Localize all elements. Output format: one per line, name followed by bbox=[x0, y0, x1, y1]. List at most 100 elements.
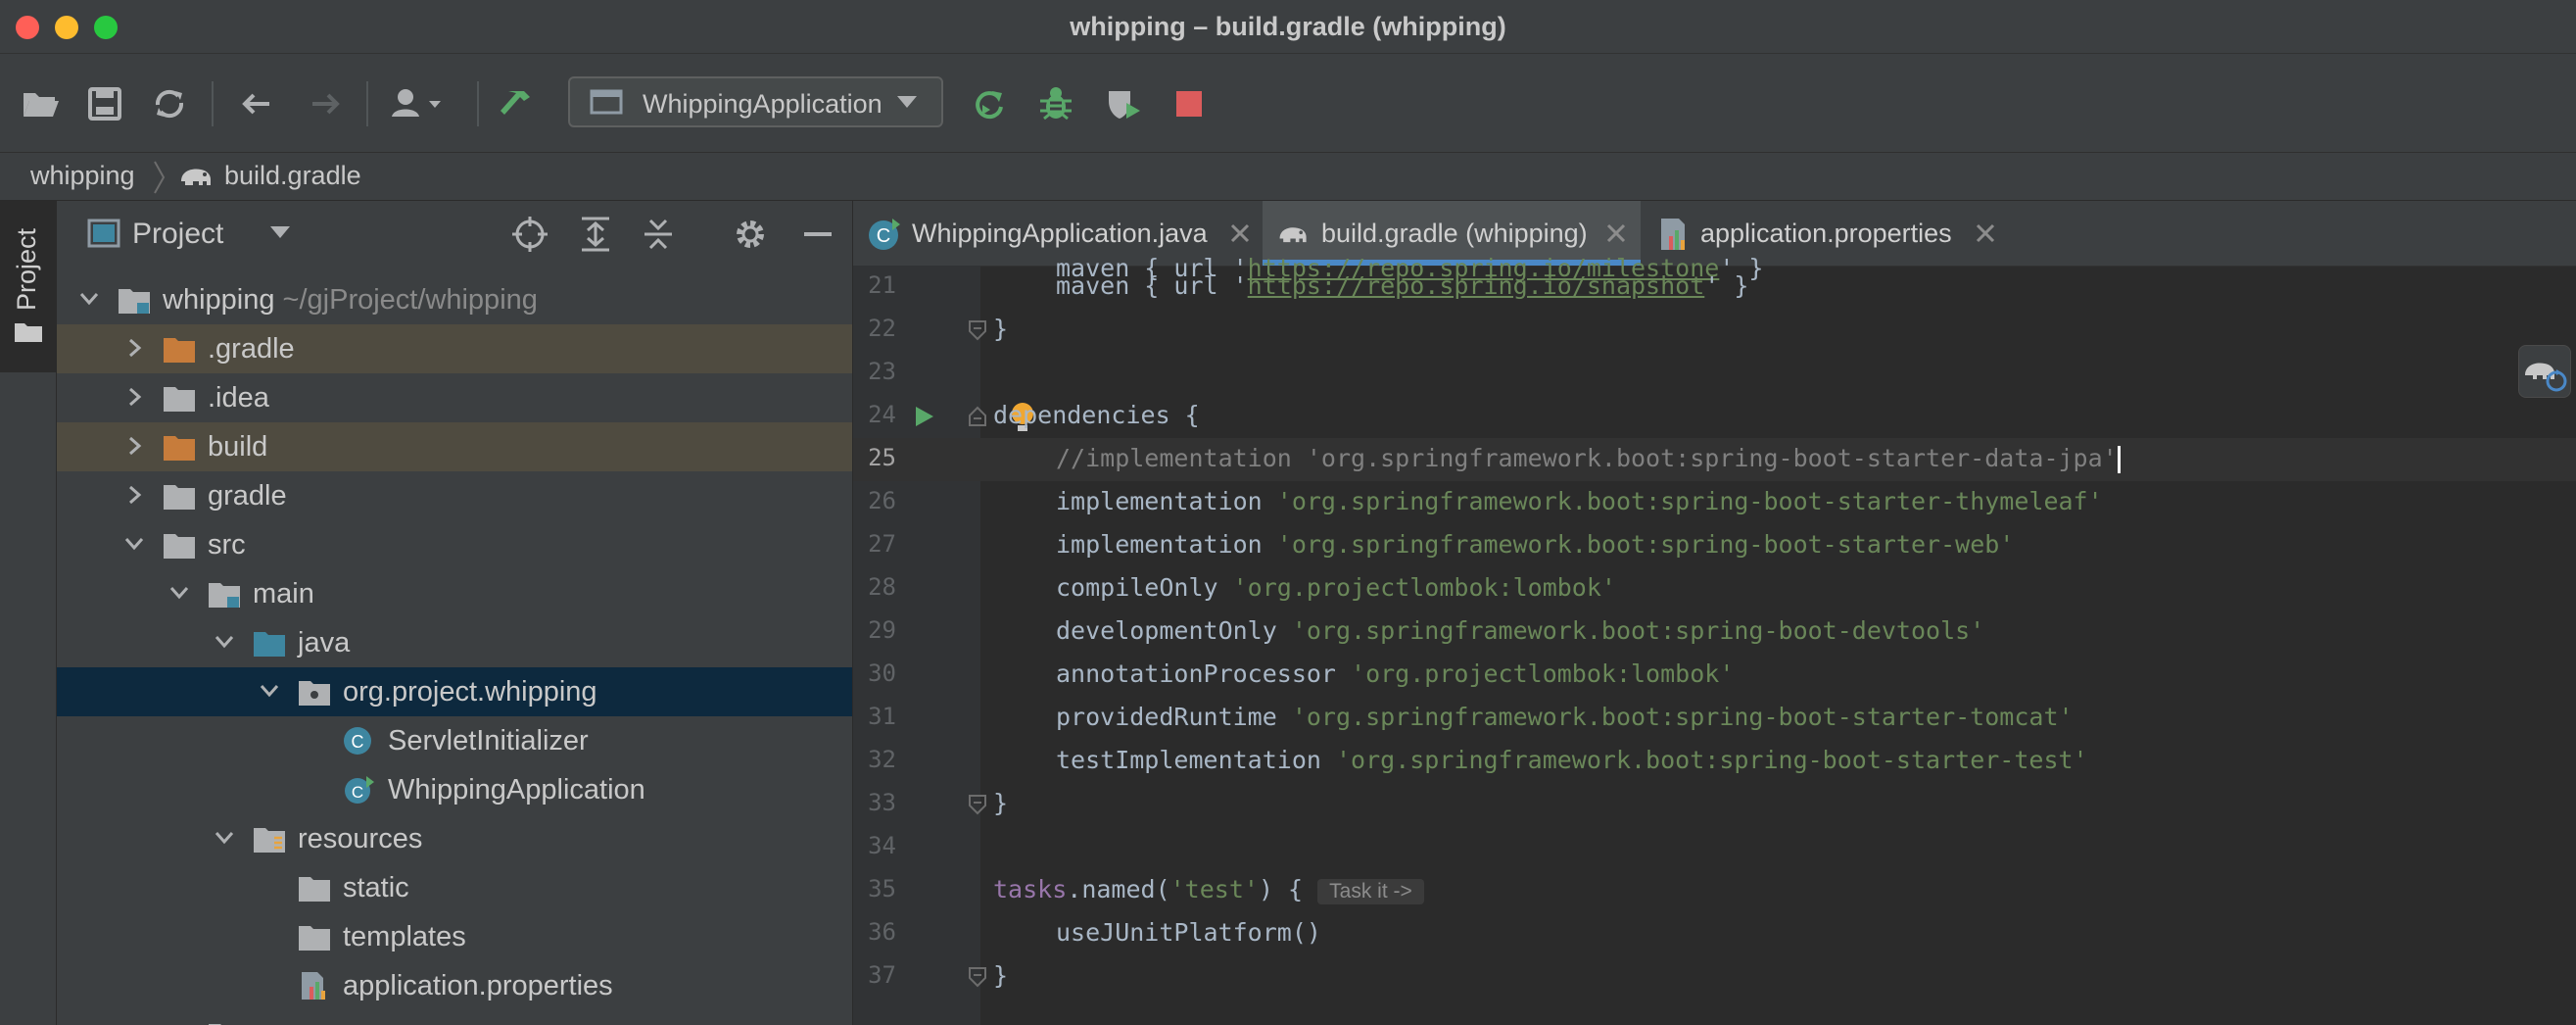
locate-crosshair-icon[interactable] bbox=[510, 215, 549, 254]
line-number: 24 bbox=[868, 401, 896, 428]
toolbar-separator bbox=[477, 81, 479, 126]
tree-item-label: static bbox=[343, 872, 409, 903]
tree-item-src-dir[interactable]: src bbox=[57, 520, 852, 569]
collapse-all-icon[interactable] bbox=[639, 215, 678, 254]
project-tool-tab[interactable]: Project bbox=[0, 201, 56, 372]
chevron-down-icon[interactable] bbox=[76, 286, 102, 312]
stop-icon[interactable] bbox=[1165, 79, 1214, 128]
build-hammer-icon[interactable] bbox=[495, 79, 544, 128]
chevron-down-icon[interactable] bbox=[167, 1021, 192, 1025]
debug-bug-icon[interactable] bbox=[1031, 79, 1080, 128]
tree-item-whipping[interactable]: whipping ~/gjProject/whipping bbox=[57, 275, 852, 324]
chevron-down-icon[interactable] bbox=[212, 825, 237, 851]
gradle-elephant-icon bbox=[181, 169, 211, 185]
tree-item-static-dir[interactable]: static bbox=[57, 863, 852, 912]
chevron-right-icon[interactable] bbox=[121, 384, 147, 410]
run-configuration-selector[interactable]: WhippingApplication bbox=[568, 76, 943, 127]
fold-marker-icon[interactable] bbox=[967, 966, 988, 988]
chevron-right-icon[interactable] bbox=[121, 433, 147, 459]
gradle-reload-button[interactable] bbox=[2518, 345, 2571, 398]
run-gutter-icon[interactable] bbox=[914, 405, 935, 428]
code-line: 36 useJUnitPlatform() bbox=[853, 912, 2576, 955]
close-icon[interactable] bbox=[1973, 220, 1998, 246]
tree-item-whipping-application[interactable]: C WhippingApplication bbox=[57, 765, 852, 814]
code-line: 34 bbox=[853, 826, 2576, 869]
code-area[interactable]: maven { url 'https://repo.spring.io/mile… bbox=[853, 254, 2576, 1025]
chevron-right-icon[interactable] bbox=[121, 335, 147, 361]
close-icon[interactable] bbox=[1603, 220, 1629, 246]
text-caret bbox=[2117, 446, 2121, 473]
tree-item-test-dir[interactable]: test bbox=[57, 1010, 852, 1025]
tree-item-label: java bbox=[298, 627, 351, 659]
code-line: 26 implementation 'org.springframework.b… bbox=[853, 481, 2576, 524]
excluded-folder-icon bbox=[164, 338, 195, 363]
line-number: 30 bbox=[868, 659, 896, 687]
chevron-down-icon[interactable] bbox=[270, 226, 290, 240]
resources-folder-icon bbox=[254, 828, 285, 853]
gradle-elephant-icon bbox=[1279, 227, 1307, 243]
module-folder-icon bbox=[119, 289, 150, 314]
chevron-right-icon[interactable] bbox=[121, 482, 147, 508]
save-icon[interactable] bbox=[80, 79, 129, 128]
tree-item-servlet-initializer[interactable]: C ServletInitializer bbox=[57, 716, 852, 765]
breadcrumb-file[interactable]: build.gradle bbox=[224, 161, 361, 191]
folder-icon bbox=[209, 1024, 221, 1025]
fold-marker-icon[interactable] bbox=[967, 794, 988, 815]
inlay-hint: Task it -> bbox=[1317, 879, 1424, 904]
tree-item-package-org-project-whipping[interactable]: org.project.whipping bbox=[57, 667, 852, 716]
breadcrumb-project[interactable]: whipping bbox=[30, 161, 135, 191]
tree-item-idea-dir[interactable]: .idea bbox=[57, 373, 852, 422]
close-icon[interactable] bbox=[1227, 220, 1253, 246]
tree-item-label: test bbox=[253, 1019, 299, 1025]
tree-item-main-dir[interactable]: main bbox=[57, 569, 852, 618]
main-toolbar: WhippingApplication bbox=[0, 54, 2576, 153]
properties-file-icon bbox=[302, 972, 325, 1000]
code-line: 32 testImplementation 'org.springframewo… bbox=[853, 740, 2576, 783]
expand-all-icon[interactable] bbox=[576, 215, 615, 254]
code-text: compileOnly 'org.projectlombok:lombok' bbox=[1056, 573, 1616, 602]
gear-icon[interactable] bbox=[731, 215, 770, 254]
chevron-down-icon[interactable] bbox=[257, 678, 282, 704]
tree-item-build-dir[interactable]: build bbox=[57, 422, 852, 471]
tree-item-application-properties[interactable]: application.properties bbox=[57, 961, 852, 1010]
sync-icon[interactable] bbox=[145, 79, 194, 128]
chevron-down-icon[interactable] bbox=[121, 531, 147, 557]
tool-window-strip: Project bbox=[0, 201, 57, 1025]
line-number: 32 bbox=[868, 746, 896, 773]
tree-item-java-dir[interactable]: java bbox=[57, 618, 852, 667]
tree-item-gradle-wrapper-dir[interactable]: gradle bbox=[57, 471, 852, 520]
tree-item-gradle-dir[interactable]: .gradle bbox=[57, 324, 852, 373]
code-text: //implementation 'org.springframework.bo… bbox=[1056, 444, 2121, 473]
code-line-current: 25 //implementation 'org.springframework… bbox=[853, 438, 2576, 481]
code-text: implementation 'org.springframework.boot… bbox=[1056, 487, 2103, 515]
forward-icon[interactable] bbox=[301, 79, 350, 128]
tree-item-label: main bbox=[253, 578, 314, 610]
line-number: 22 bbox=[868, 315, 896, 342]
rerun-icon[interactable] bbox=[965, 79, 1014, 128]
tree-item-resources-dir[interactable]: resources bbox=[57, 814, 852, 863]
properties-file-icon bbox=[1661, 219, 1685, 250]
gradle-sync-icon bbox=[2525, 363, 2567, 392]
code-line: 31 providedRuntime 'org.springframework.… bbox=[853, 697, 2576, 740]
chevron-down-icon[interactable] bbox=[212, 629, 237, 655]
folder-icon bbox=[164, 534, 195, 559]
coverage-icon[interactable] bbox=[1099, 79, 1148, 128]
code-text: testImplementation 'org.springframework.… bbox=[1056, 746, 2088, 774]
folder-icon bbox=[164, 485, 195, 510]
chevron-down-icon[interactable] bbox=[167, 580, 192, 606]
breadcrumb: whipping build.gradle bbox=[0, 153, 2576, 201]
code-text: maven { url 'https://repo.spring.io/snap… bbox=[1056, 271, 1749, 300]
fold-marker-icon[interactable] bbox=[967, 319, 988, 341]
fold-marker-icon[interactable] bbox=[967, 406, 988, 427]
hide-panel-icon[interactable] bbox=[798, 215, 837, 254]
tree-item-label: ServletInitializer bbox=[388, 725, 589, 757]
line-number: 26 bbox=[868, 487, 896, 514]
project-panel-header: Project bbox=[57, 201, 852, 266]
line-number: 33 bbox=[868, 789, 896, 816]
tree-item-templates-dir[interactable]: templates bbox=[57, 912, 852, 961]
back-icon[interactable] bbox=[232, 79, 281, 128]
tree-item-label: build bbox=[208, 431, 268, 463]
folder-open-icon[interactable] bbox=[16, 79, 65, 128]
user-icon[interactable] bbox=[386, 79, 454, 128]
code-text: dependencies { bbox=[993, 401, 1200, 429]
